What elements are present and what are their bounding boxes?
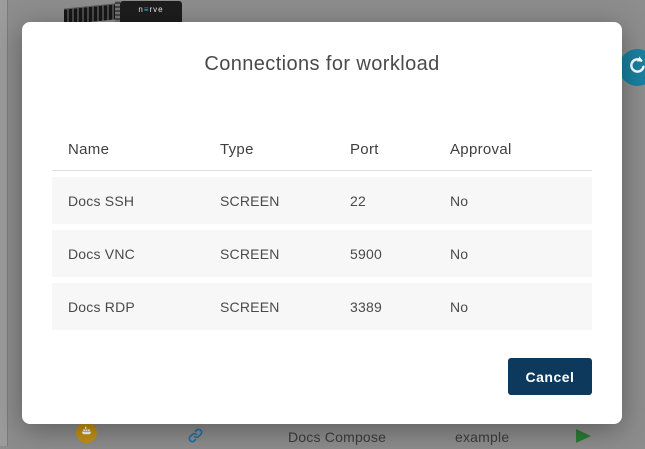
- cell-port: 22: [334, 193, 434, 209]
- header-name: Name: [52, 142, 204, 158]
- cell-name: Docs RDP: [52, 299, 204, 315]
- table-row[interactable]: Docs RDP SCREEN 3389 No: [52, 283, 592, 330]
- docker-compose-icon: [80, 424, 93, 442]
- sidebar-edge: [0, 0, 8, 446]
- header-type: Type: [204, 142, 334, 158]
- table-header-row: Name Type Port Approval: [52, 142, 592, 171]
- docker-compose-badge: [76, 422, 97, 443]
- modal-title: Connections for workload: [22, 53, 622, 76]
- header-approval: Approval: [434, 142, 592, 158]
- header-port: Port: [334, 142, 434, 158]
- cell-type: SCREEN: [204, 193, 334, 209]
- bg-workload-version: example: [455, 429, 545, 445]
- cell-approval: No: [434, 246, 592, 262]
- connections-modal: Connections for workload Name Type Port …: [22, 22, 622, 424]
- cell-approval: No: [434, 299, 592, 315]
- cell-name: Docs SSH: [52, 193, 204, 209]
- refresh-button[interactable]: [619, 49, 645, 86]
- cell-type: SCREEN: [204, 246, 334, 262]
- cell-port: 3389: [334, 299, 434, 315]
- cell-type: SCREEN: [204, 299, 334, 315]
- refresh-icon: [627, 55, 645, 81]
- nerve-device-image: n≡rve: [64, 0, 182, 22]
- play-icon[interactable]: [576, 429, 591, 443]
- nerve-logo: n≡rve: [120, 1, 182, 22]
- cancel-button[interactable]: Cancel: [508, 358, 592, 395]
- cell-port: 5900: [334, 246, 434, 262]
- screen: n≡rve: [0, 0, 645, 446]
- bg-workload-name: Docs Compose: [288, 429, 408, 445]
- cell-approval: No: [434, 193, 592, 209]
- connections-table: Name Type Port Approval Docs SSH SCREEN …: [52, 142, 592, 330]
- remote-link-icon: [187, 427, 204, 444]
- table-row[interactable]: Docs VNC SCREEN 5900 No: [52, 230, 592, 277]
- cell-name: Docs VNC: [52, 246, 204, 262]
- table-row[interactable]: Docs SSH SCREEN 22 No: [52, 177, 592, 224]
